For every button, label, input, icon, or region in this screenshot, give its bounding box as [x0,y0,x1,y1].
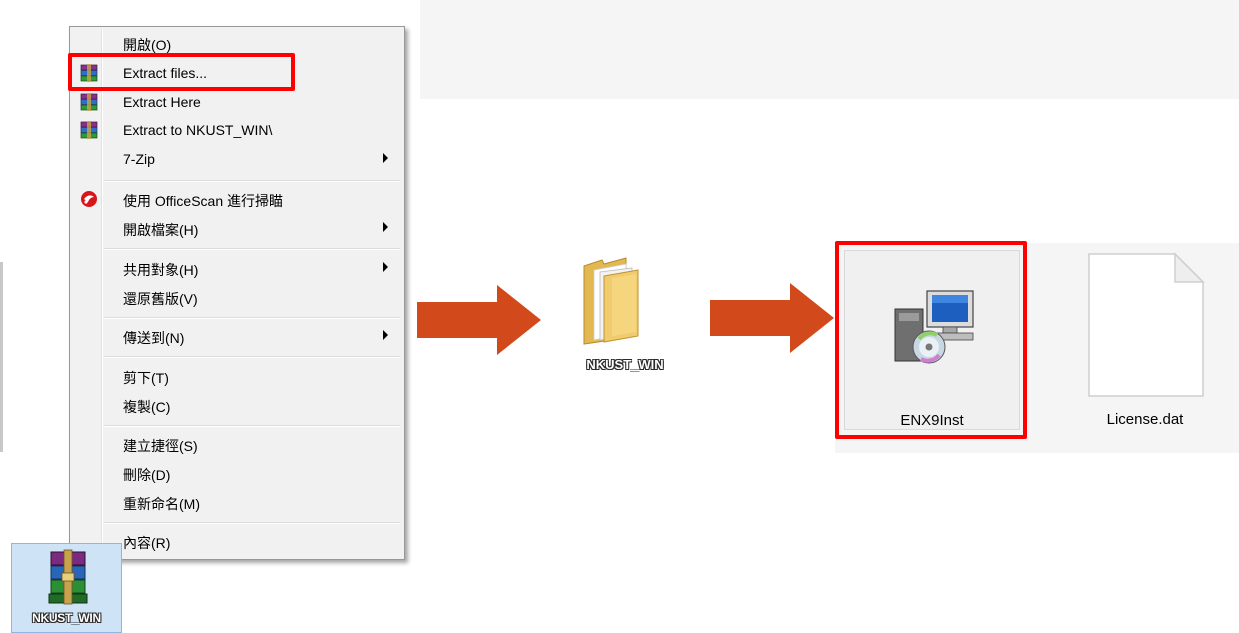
menu-item-cut[interactable]: 剪下(T) [72,362,402,390]
submenu-arrow-icon [383,153,388,163]
menu-separator [104,248,400,250]
extracted-folder[interactable]: NKUST_WIN [540,250,710,390]
menu-separator [104,522,400,524]
menu-item-share-with[interactable]: 共用對象(H) [72,254,402,282]
menu-item-label: Extract Here [123,94,201,110]
desktop-archive-label: NKUST_WIN [32,611,101,625]
menu-separator [104,425,400,427]
menu-item-label: 建立捷徑(S) [123,438,198,454]
menu-item-label: 使用 OfficeScan 進行掃瞄 [123,193,284,209]
menu-separator [104,180,400,182]
submenu-arrow-icon [383,330,388,340]
context-menu: 開啟(O) Extract files... Extract Here Extr… [69,26,405,560]
officescan-icon [81,191,97,207]
menu-item-rename[interactable]: 重新命名(M) [72,488,402,516]
menu-item-extract-to[interactable]: Extract to NKUST_WIN\ [72,116,402,144]
license-file-label: License.dat [1106,411,1184,428]
arrow-right-icon [710,283,834,353]
submenu-arrow-icon [383,222,388,232]
menu-separator [104,356,400,358]
menu-item-label: 複製(C) [123,399,171,415]
blank-file-icon [1088,252,1205,397]
menu-item-restore-previous[interactable]: 還原舊版(V) [72,283,402,311]
menu-item-label: 開啟檔案(H) [123,222,199,238]
winrar-icon [80,93,98,111]
window-edge [0,262,3,452]
menu-item-label: 內容(R) [123,535,171,551]
extract-files-highlight [68,53,295,91]
license-file-tile[interactable]: License.dat [1060,250,1230,430]
folder-label: NKUST_WIN [586,357,664,372]
menu-item-create-shortcut[interactable]: 建立捷徑(S) [72,430,402,458]
menu-item-label: 剪下(T) [123,370,169,386]
arrow-right-icon [417,285,541,355]
menu-item-label: 傳送到(N) [123,330,185,346]
menu-item-label: 開啟(O) [123,37,172,53]
menu-item-label: 共用對象(H) [123,262,199,278]
menu-item-delete[interactable]: 刪除(D) [72,459,402,487]
submenu-arrow-icon [383,262,388,272]
winrar-icon [80,121,98,139]
menu-item-label: 7-Zip [123,151,155,167]
desktop-archive-file[interactable]: NKUST_WIN [11,543,122,633]
menu-item-label: 還原舊版(V) [123,291,198,307]
winrar-archive-icon [48,549,88,605]
menu-item-send-to[interactable]: 傳送到(N) [72,322,402,350]
menu-item-label: Extract to NKUST_WIN\ [123,122,273,138]
menu-item-officescan[interactable]: 使用 OfficeScan 進行掃瞄 [72,185,402,213]
menu-item-label: 重新命名(M) [123,496,200,512]
menu-item-label: 刪除(D) [123,467,171,483]
menu-separator [104,317,400,319]
folder-icon [583,257,639,345]
menu-item-7zip[interactable]: 7-Zip [72,145,402,173]
menu-item-open-with[interactable]: 開啟檔案(H) [72,214,402,242]
menu-item-copy[interactable]: 複製(C) [72,391,402,419]
menu-item-extract-here[interactable]: Extract Here [72,88,402,116]
installer-highlight [835,241,1027,439]
